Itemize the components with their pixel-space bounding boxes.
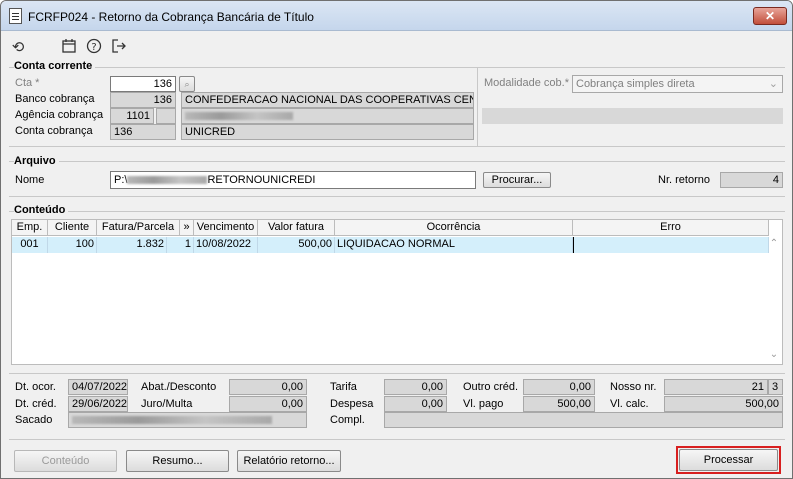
banco-code-field: 136 [110, 92, 176, 108]
despesa-label: Despesa [330, 398, 374, 410]
abat-desconto-label: Abat./Desconto [141, 381, 217, 393]
separator [9, 67, 785, 68]
modalidade-value: Cobrança simples direta [576, 78, 695, 90]
processar-button[interactable]: Processar [679, 449, 778, 471]
compl-field [384, 412, 783, 428]
relatorio-retorno-button[interactable]: Relatório retorno... [237, 450, 341, 472]
dt-ocor-field: 04/07/2022 [68, 379, 128, 395]
vl-calc-field: 500,00 [664, 396, 783, 412]
blank-field [482, 108, 783, 124]
modalidade-select[interactable]: Cobrança simples direta ⌄ [572, 75, 783, 93]
tarifa-field: 0,00 [384, 379, 447, 395]
sacado-field [68, 412, 307, 428]
nr-retorno-field: 4 [720, 172, 783, 188]
redacted-text [72, 416, 272, 425]
dt-cred-field: 29/06/2022 [68, 396, 128, 412]
separator [9, 196, 785, 197]
scroll-up-icon[interactable]: ⌃ [768, 238, 780, 250]
vl-pago-label: Vl. pago [463, 398, 504, 410]
conteudo-table[interactable]: Emp. Cliente Fatura/Parcela » Vencimento… [11, 219, 783, 365]
chevron-down-icon: ⌄ [768, 78, 778, 90]
nr-retorno-label: Nr. retorno [658, 174, 710, 186]
separator [9, 373, 785, 374]
abat-desconto-field: 0,00 [229, 379, 307, 395]
nosso-nr-digit: 3 [768, 379, 783, 395]
search-icon[interactable]: ⌕ [179, 76, 195, 92]
procurar-button[interactable]: Procurar... [483, 172, 551, 188]
resumo-button[interactable]: Resumo... [126, 450, 229, 472]
exit-icon[interactable] [110, 38, 128, 56]
column-header[interactable]: Fatura/Parcela [97, 220, 180, 236]
compl-label: Compl. [330, 414, 365, 426]
column-header[interactable]: Cliente [48, 220, 97, 236]
nome-prefix: P:\ [114, 174, 128, 186]
column-header[interactable]: Ocorrência [335, 220, 573, 236]
dt-ocor-label: Dt. ocor. [15, 381, 56, 393]
juro-multa-label: Juro/Multa [141, 398, 193, 410]
banco-cobranca-label: Banco cobrança [15, 93, 95, 105]
undo-icon[interactable]: ⟲ [9, 38, 27, 56]
conta-corrente-title: Conta corrente [14, 60, 96, 72]
column-header[interactable]: Erro [573, 220, 769, 236]
cta-input[interactable]: 136 [110, 76, 176, 92]
dt-cred-label: Dt. créd. [15, 398, 57, 410]
outro-cred-label: Outro créd. [463, 381, 519, 393]
agencia-cobranca-label: Agência cobrança [15, 109, 104, 121]
conta-cobranca-label: Conta cobrança [15, 125, 93, 137]
column-header[interactable]: » [180, 220, 194, 236]
conta-name-field: UNICRED [181, 124, 474, 140]
cta-label: Cta * [15, 77, 40, 89]
redacted-text [127, 176, 208, 185]
table-cell: 500,00 [258, 237, 335, 253]
modalidade-label: Modalidade cob.* [484, 77, 570, 89]
column-header[interactable]: Emp. [12, 220, 48, 236]
banco-name-field: CONFEDERACAO NACIONAL DAS COOPERATIVAS C… [181, 92, 474, 108]
table-cell: 1.832 [97, 237, 167, 253]
conteudo-title: Conteúdo [14, 204, 69, 216]
agencia-digit-field [156, 108, 176, 124]
table-cell: 1 [167, 237, 194, 253]
help-icon[interactable]: ? [85, 38, 103, 56]
column-header[interactable]: Valor fatura [258, 220, 335, 236]
scroll-down-icon[interactable]: ⌄ [768, 349, 780, 361]
title-bar: FCRFP024 - Retorno da Cobrança Bancária … [1, 1, 792, 31]
conteudo-button[interactable]: Conteúdo [14, 450, 117, 472]
svg-text:?: ? [91, 42, 96, 53]
calendar-icon[interactable] [60, 38, 78, 56]
table-cell: 100 [48, 237, 97, 253]
outro-cred-field: 0,00 [523, 379, 595, 395]
main-window: FCRFP024 - Retorno da Cobrança Bancária … [0, 0, 793, 479]
column-header[interactable]: Vencimento [194, 220, 258, 236]
despesa-field: 0,00 [384, 396, 447, 412]
juro-multa-field: 0,00 [229, 396, 307, 412]
redacted-text [185, 112, 293, 121]
separator [9, 146, 785, 147]
table-cell[interactable] [573, 237, 769, 253]
nome-label: Nome [15, 174, 45, 186]
separator [477, 68, 478, 146]
close-button[interactable]: ✕ [753, 7, 787, 25]
nome-suffix: RETORNOUNICREDI [207, 174, 316, 186]
nosso-nr-field: 21 [664, 379, 768, 395]
separator [9, 211, 785, 212]
agencia-name-field [181, 108, 474, 124]
arquivo-title: Arquivo [14, 155, 59, 167]
table-cell: 10/08/2022 [194, 237, 258, 253]
tarifa-label: Tarifa [330, 381, 357, 393]
nosso-nr-label: Nosso nr. [610, 381, 657, 393]
separator [9, 439, 785, 440]
nome-input[interactable]: P:\ RETORNOUNICREDI [110, 171, 476, 189]
window-title: FCRFP024 - Retorno da Cobrança Bancária … [28, 10, 314, 24]
sacado-label: Sacado [15, 414, 53, 426]
vl-pago-field: 500,00 [523, 396, 595, 412]
table-cell: LIQUIDACAO NORMAL [335, 237, 573, 253]
document-icon [9, 8, 22, 24]
conta-code-field: 136 [110, 124, 176, 140]
agencia-code-field: 1101 [110, 108, 154, 124]
separator [9, 161, 785, 162]
table-cell: 001 [12, 237, 48, 253]
vl-calc-label: Vl. calc. [610, 398, 649, 410]
